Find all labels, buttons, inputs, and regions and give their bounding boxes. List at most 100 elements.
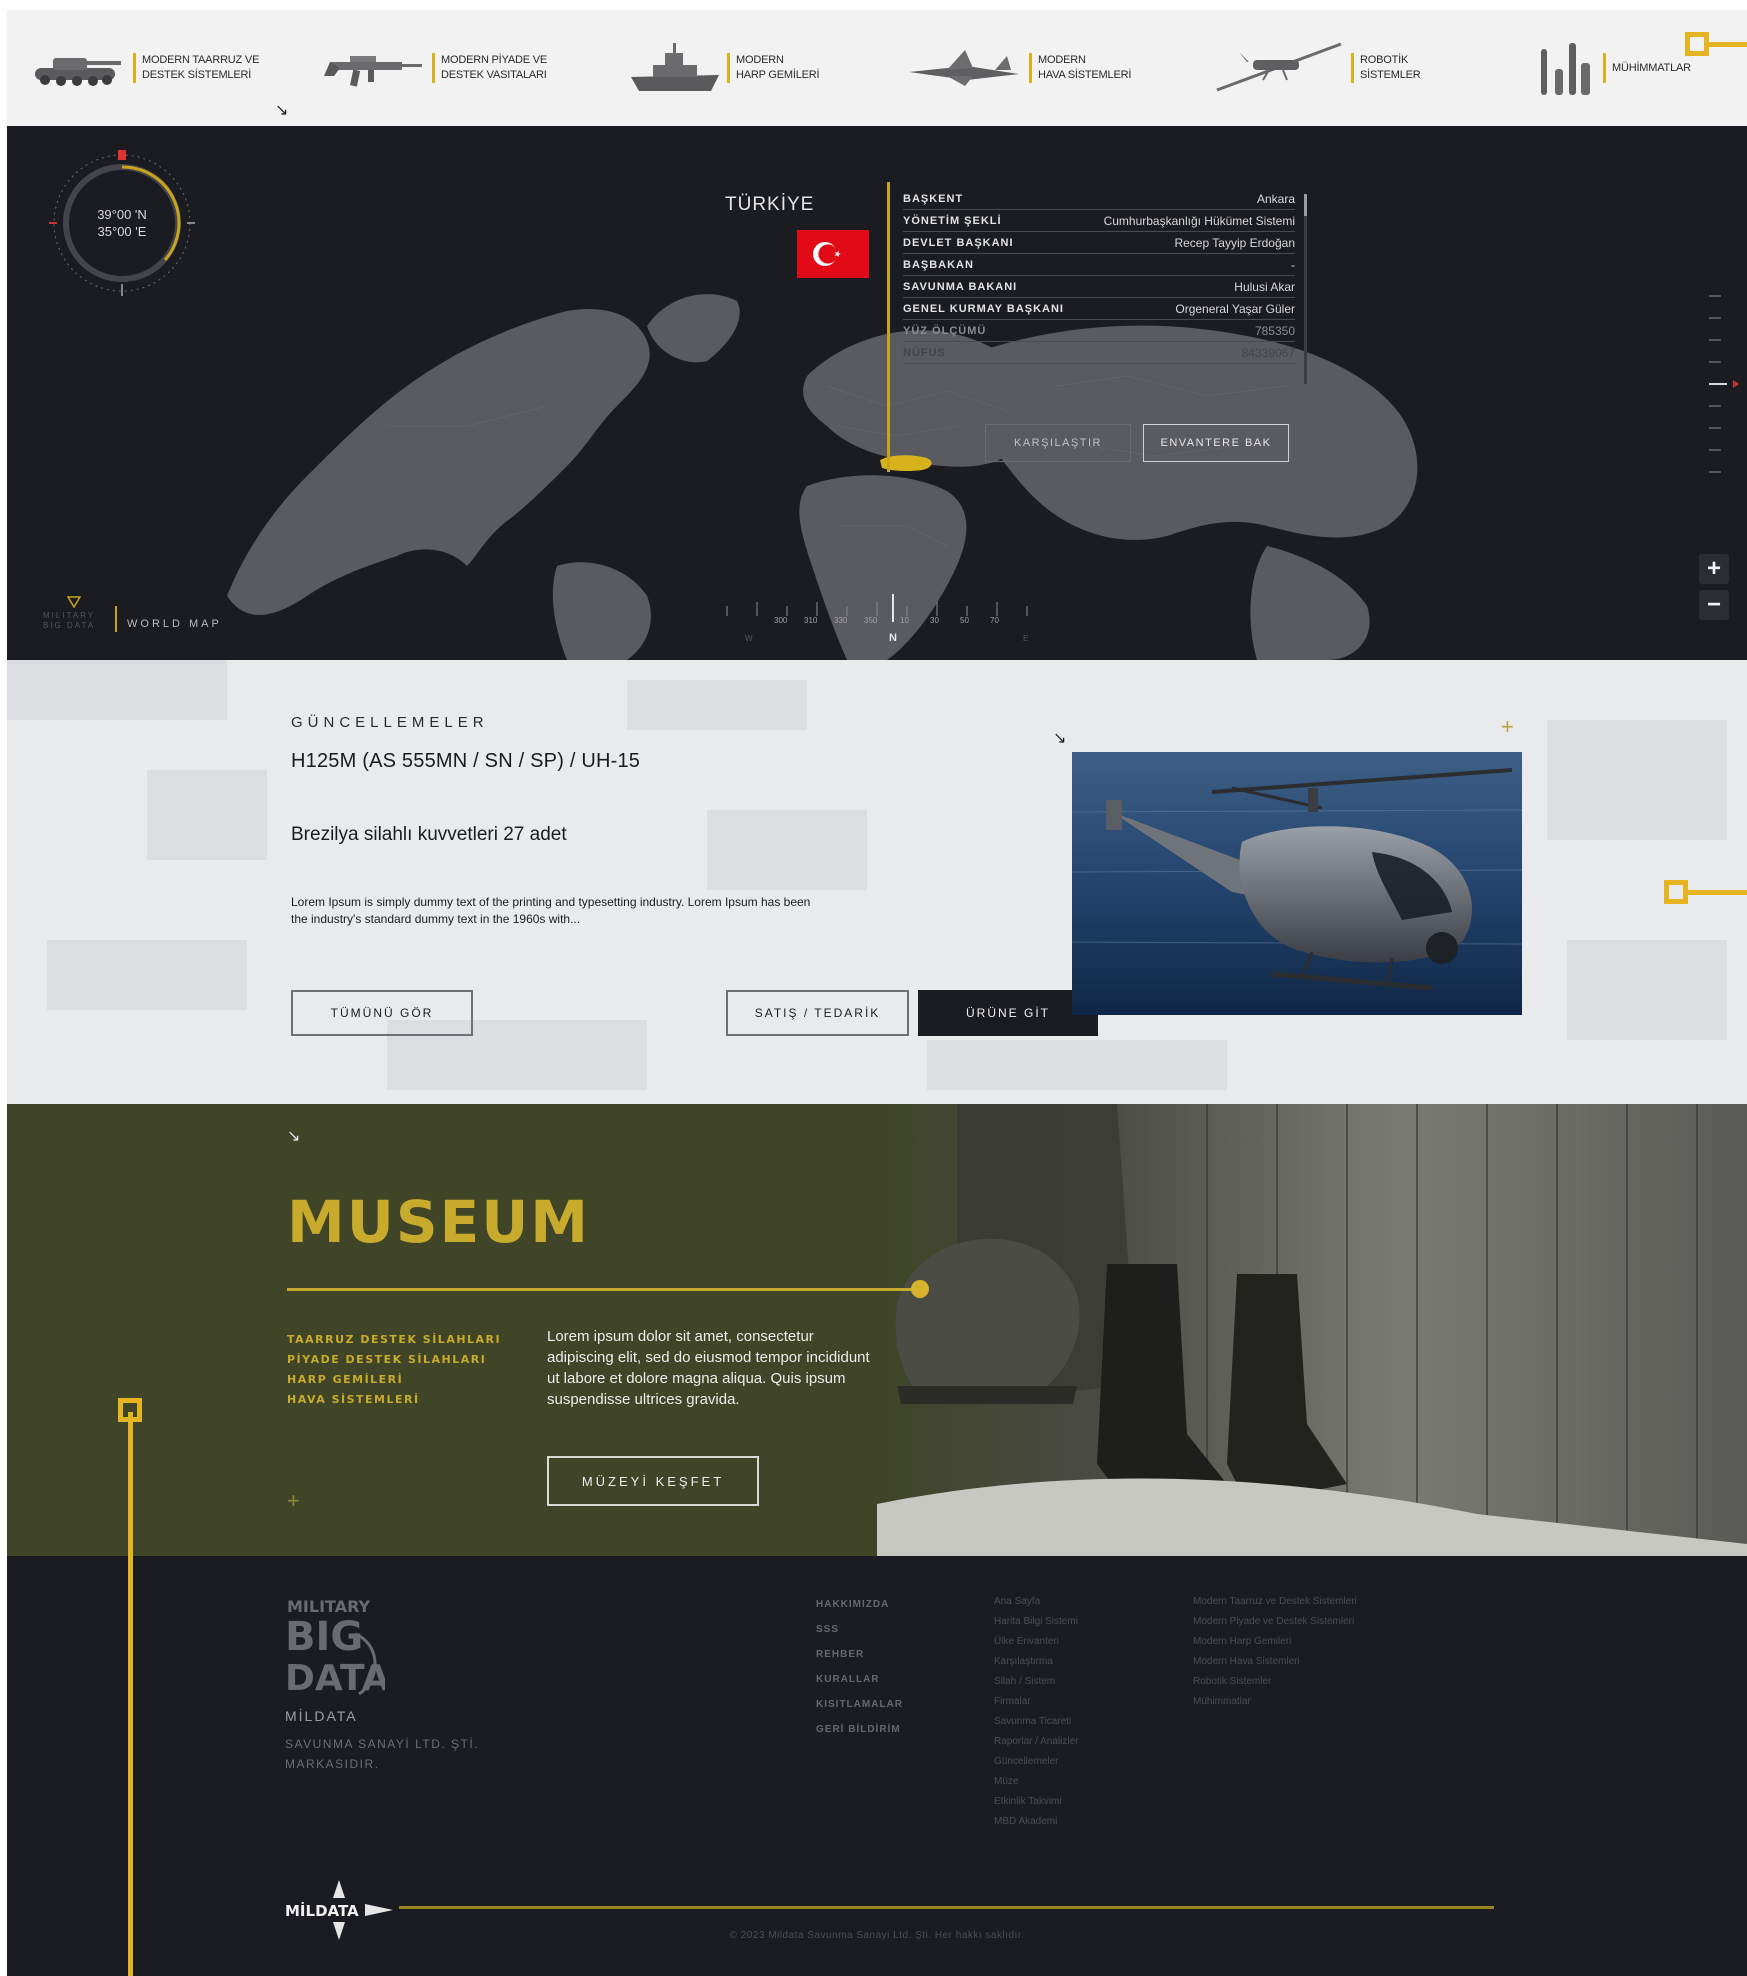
longitude: 35°00 'E bbox=[97, 224, 147, 239]
footer-link[interactable]: Savunma Ticareti bbox=[994, 1712, 1078, 1732]
svg-text:DATA: DATA bbox=[285, 1658, 385, 1699]
nav-item-label: MÜHİMMATLAR bbox=[1612, 61, 1691, 74]
footer-link[interactable]: Ülke Envanteri bbox=[994, 1632, 1078, 1652]
see-all-button[interactable]: TÜMÜNÜ GÖR bbox=[291, 990, 473, 1036]
footer-link[interactable]: Mühimmatlar bbox=[1193, 1692, 1357, 1712]
footer-link[interactable]: Modern Harp Gemileri bbox=[1193, 1632, 1357, 1652]
museum-divider bbox=[287, 1288, 919, 1291]
yellow-connector-line bbox=[1686, 890, 1747, 895]
museum-title: MUSEUM bbox=[287, 1188, 591, 1256]
footer-link[interactable]: Etkinlik Takvimi bbox=[994, 1792, 1078, 1812]
svg-text:BIG: BIG bbox=[285, 1614, 363, 1660]
military-big-data-logo[interactable]: MILITARY BIG DATA bbox=[285, 1594, 385, 1704]
warship-icon bbox=[631, 43, 719, 91]
footer-link[interactable]: Karşılaştırma bbox=[994, 1652, 1078, 1672]
company-description: SAVUNMA SANAYİ LTD. ŞTİ. MARKASIDIR. bbox=[285, 1737, 480, 1771]
museum-category-link[interactable]: HAVA SİSTEMLERİ bbox=[287, 1390, 501, 1410]
footer-link[interactable]: Ana Sayfa bbox=[994, 1592, 1078, 1612]
triangle-down-icon bbox=[67, 596, 81, 608]
zoom-in-button[interactable]: + bbox=[1699, 554, 1729, 584]
updates-kicker: GÜNCELLEMELER bbox=[291, 714, 489, 731]
footer-link[interactable]: GERİ BİLDİRİM bbox=[816, 1717, 903, 1742]
info-row: BAŞKENT Ankara bbox=[903, 188, 1295, 210]
ruler-tick-label: 30 bbox=[930, 616, 939, 625]
ruler-tick-label: 10 bbox=[900, 616, 909, 625]
museum-section: ↘ MUSEUM TAARRUZ DESTEK SİLAHLARI PİYADE… bbox=[7, 1104, 1747, 1556]
yellow-connector-line bbox=[1707, 42, 1747, 47]
yellow-square-marker bbox=[1685, 32, 1709, 56]
info-row: SAVUNMA BAKANI Hulusi Akar bbox=[903, 276, 1295, 298]
info-scrollbar-thumb[interactable] bbox=[1304, 194, 1307, 216]
museum-category-link[interactable]: TAARRUZ DESTEK SİLAHLARI bbox=[287, 1330, 501, 1350]
footer-link[interactable]: Modern Taarruz ve Destek Sistemleri bbox=[1193, 1592, 1357, 1612]
footer-link[interactable]: SSS bbox=[816, 1617, 903, 1642]
rifle-icon bbox=[324, 56, 422, 87]
footer-link[interactable]: Robotik Sistemler bbox=[1193, 1672, 1357, 1692]
camo-pattern bbox=[7, 660, 227, 720]
yellow-square-marker bbox=[1664, 880, 1688, 904]
ruler-tick-label: 350 bbox=[864, 616, 878, 625]
inventory-button[interactable]: ENVANTERE BAK bbox=[1143, 424, 1289, 462]
ammo-icon bbox=[1541, 43, 1590, 95]
footer-link[interactable]: Modern Piyade ve Destek Sistemleri bbox=[1193, 1612, 1357, 1632]
svg-text:MİLDATA: MİLDATA bbox=[285, 1901, 359, 1920]
footer-link[interactable]: REHBER bbox=[816, 1642, 903, 1667]
nav-item-ammo[interactable]: MÜHİMMATLAR bbox=[1535, 38, 1691, 98]
nav-item-infantry[interactable]: MODERN PİYADE VE DESTEK VASITALARI bbox=[322, 38, 547, 98]
footer-link[interactable]: MBD Akademi bbox=[994, 1812, 1078, 1832]
world-map[interactable] bbox=[7, 126, 1747, 660]
sales-supply-button[interactable]: SATIŞ / TEDARİK bbox=[726, 990, 909, 1036]
country-pointer-line bbox=[887, 182, 890, 472]
camo-pattern bbox=[47, 940, 247, 1010]
footer-link[interactable]: Raporlar / Analizler bbox=[994, 1732, 1078, 1752]
footer: MILITARY BIG DATA MİLDATA SAVUNMA SANAYİ… bbox=[7, 1556, 1747, 1976]
copyright: © 2023 Mildata Savunma Sanayi Ltd. Şti. … bbox=[729, 1930, 1025, 1941]
latitude: 39°00 'N bbox=[97, 207, 147, 222]
info-row: DEVLET BAŞKANI Recep Tayyip Erdoğan bbox=[903, 232, 1295, 254]
go-to-product-button[interactable]: ÜRÜNE GİT bbox=[918, 990, 1098, 1036]
info-row: NÜFUS 84339067 bbox=[903, 342, 1295, 364]
jet-icon bbox=[909, 50, 1019, 86]
ruler-tick-label: 310 bbox=[804, 616, 818, 625]
footer-link[interactable]: Silah / Sistem bbox=[994, 1672, 1078, 1692]
plus-mark-icon: + bbox=[1501, 714, 1514, 739]
arrow-down-right-icon: ↘ bbox=[287, 1128, 301, 1145]
soldier-boots-photo bbox=[877, 1104, 1747, 1556]
explore-museum-button[interactable]: MÜZEYİ KEŞFET bbox=[547, 1456, 759, 1506]
footer-link[interactable]: KISITLAMALAR bbox=[816, 1692, 903, 1717]
category-nav: MODERN TAARRUZ VE DESTEK SİSTEMLERİ MODE… bbox=[7, 10, 1747, 126]
camo-pattern bbox=[147, 770, 267, 860]
helicopter-image[interactable] bbox=[1072, 752, 1522, 1015]
camo-pattern bbox=[927, 1040, 1227, 1090]
footer-link[interactable]: Firmalar bbox=[994, 1692, 1078, 1712]
museum-category-list: TAARRUZ DESTEK SİLAHLARI PİYADE DESTEK S… bbox=[287, 1330, 501, 1410]
footer-divider bbox=[399, 1906, 1494, 1909]
footer-links-categories: Modern Taarruz ve Destek Sistemleri Mode… bbox=[1193, 1592, 1357, 1712]
drone-icon bbox=[1216, 42, 1342, 92]
museum-description: Lorem ipsum dolor sit amet, consectetur … bbox=[547, 1328, 870, 1408]
footer-link[interactable]: Müze bbox=[994, 1772, 1078, 1792]
divider bbox=[115, 606, 117, 632]
footer-link[interactable]: Güncellemeler bbox=[994, 1752, 1078, 1772]
info-scrollbar[interactable] bbox=[1304, 194, 1307, 384]
museum-category-link[interactable]: PİYADE DESTEK SİLAHLARI bbox=[287, 1350, 501, 1370]
footer-links-pages: Ana Sayfa Harita Bilgi Sistemi Ülke Enva… bbox=[994, 1592, 1078, 1832]
nav-item-air-systems[interactable]: MODERN HAVA SİSTEMLERİ bbox=[907, 38, 1131, 98]
arrow-down-right-icon: ↘ bbox=[1053, 730, 1067, 747]
nav-item-warships[interactable]: MODERN HARP GEMİLERİ bbox=[631, 38, 820, 98]
footer-link[interactable]: Modern Hava Sistemleri bbox=[1193, 1652, 1357, 1672]
nav-item-attack-systems[interactable]: MODERN TAARRUZ VE DESTEK SİSTEMLERİ bbox=[29, 38, 259, 98]
arrow-down-right-icon: ↘ bbox=[275, 102, 289, 119]
footer-link[interactable]: KURALLAR bbox=[816, 1667, 903, 1692]
info-row: YÖNETİM ŞEKLİ Cumhurbaşkanlığı Hükümet Si… bbox=[903, 210, 1295, 232]
ruler-west: W bbox=[745, 634, 753, 643]
museum-category-link[interactable]: HARP GEMİLERİ bbox=[287, 1370, 501, 1390]
footer-link[interactable]: Harita Bilgi Sistemi bbox=[994, 1612, 1078, 1632]
brand-mini-text: MILITARY BIG DATA bbox=[43, 611, 96, 630]
footer-link[interactable]: HAKKIMIZDA bbox=[816, 1592, 903, 1617]
compare-button[interactable]: KARŞILAŞTIR bbox=[985, 424, 1131, 462]
zoom-out-button[interactable]: − bbox=[1699, 590, 1729, 620]
world-map-label: WORLD MAP bbox=[127, 618, 222, 630]
nav-item-label: ROBOTİK SİSTEMLER bbox=[1360, 54, 1421, 81]
nav-item-robotic[interactable]: ROBOTİK SİSTEMLER bbox=[1213, 38, 1421, 98]
